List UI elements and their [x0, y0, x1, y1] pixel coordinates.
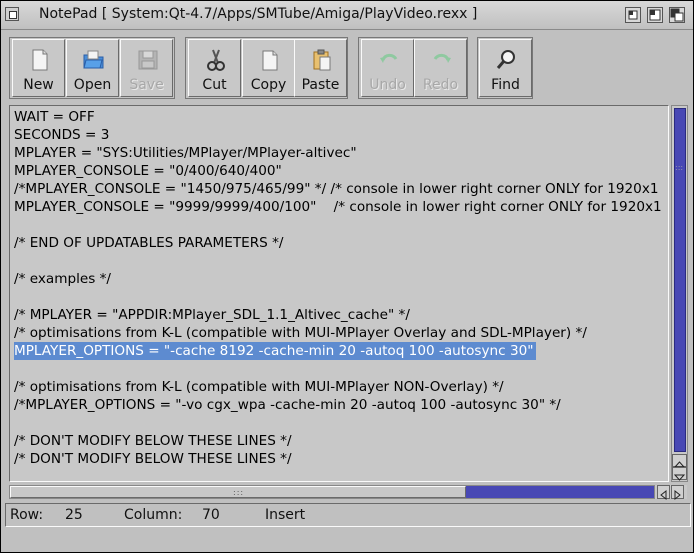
cut-label: Cut — [202, 77, 227, 93]
paste-clipboard-icon — [313, 49, 331, 71]
text-line[interactable]: /* optimisations from K-L (compatible wi… — [14, 324, 587, 342]
open-button[interactable]: Open — [66, 39, 119, 97]
text-line[interactable]: /* examples */ — [14, 270, 111, 288]
scissors-icon — [207, 49, 225, 71]
text-line[interactable]: /* DON'T MODIFY BELOW THESE LINES */ — [14, 432, 292, 450]
column-label: Column: — [124, 507, 183, 523]
text-line[interactable]: MPLAYER_CONSOLE = "0/400/640/400" — [14, 162, 282, 180]
scroll-down-icon[interactable] — [672, 467, 687, 481]
text-line[interactable]: MPLAYER_CONSOLE = "9999/9999/400/100" /*… — [14, 198, 662, 216]
copy-button[interactable]: Copy — [242, 39, 295, 97]
text-line[interactable]: /* MPLAYER = "APPDIR:MPlayer_SDL_1.1_Alt… — [14, 306, 410, 324]
new-file-icon — [32, 49, 48, 71]
magnifier-icon — [496, 50, 515, 69]
find-label: Find — [491, 77, 520, 93]
scroll-grip-icon: ::: — [675, 163, 684, 172]
text-line[interactable]: /* DON'T MODIFY BELOW THESE LINES */ — [14, 450, 292, 468]
text-editor[interactable]: WAIT = OFF SECONDS = 3 MPLAYER = "SYS:Util… — [9, 105, 669, 482]
scroll-right-icon[interactable] — [671, 485, 684, 501]
text-line[interactable]: MPLAYER = "SYS:Utilities/MPlayer/MPlayer… — [14, 144, 357, 162]
open-label: Open — [73, 77, 112, 93]
new-label: New — [23, 77, 54, 93]
redo-label: Redo — [422, 77, 459, 93]
text-line[interactable]: /* END OF UPDATABLES PARAMETERS */ — [14, 234, 284, 252]
horizontal-scroll-track[interactable]: ::: — [9, 485, 655, 499]
window-title: NotePad [ System:Qt-4.7/Apps/SMTube/Amig… — [39, 6, 478, 22]
toolbar-group-file: New Open Save — [9, 37, 175, 99]
status-bar: Row: 25 Column: 70 Insert — [5, 503, 691, 527]
new-button[interactable]: New — [12, 39, 65, 97]
undo-button[interactable]: Undo — [361, 39, 414, 97]
close-gadget-icon[interactable] — [5, 7, 19, 21]
notepad-window: NotePad [ System:Qt-4.7/Apps/SMTube/Amig… — [0, 0, 694, 553]
text-line[interactable]: /*MPLAYER_OPTIONS = "-vo cgx_wpa -cache-… — [14, 396, 561, 414]
iconify-gadget-icon[interactable] — [625, 7, 641, 23]
open-folder-icon — [83, 50, 104, 69]
zoom-gadget-icon[interactable] — [647, 7, 663, 23]
text-line[interactable]: WAIT = OFF — [14, 108, 95, 126]
copy-icon — [262, 50, 278, 71]
scroll-up-icon[interactable] — [672, 454, 687, 468]
horizontal-scrollbar[interactable]: ::: — [9, 485, 687, 501]
insert-mode-indicator: Insert — [265, 507, 306, 523]
find-button[interactable]: Find — [479, 39, 532, 97]
text-line[interactable]: /*MPLAYER_CONSOLE = "1450/975/465/99" */… — [14, 180, 659, 198]
save-label: Save — [129, 77, 164, 93]
paste-label: Paste — [301, 77, 340, 93]
paste-button[interactable]: Paste — [294, 39, 347, 97]
text-line[interactable]: SECONDS = 3 — [14, 126, 109, 144]
redo-arrow-icon — [433, 53, 451, 63]
toolbar-group-clipboard: Cut Copy Paste — [185, 37, 348, 99]
toolbar-group-search: Find — [477, 37, 533, 99]
redo-button[interactable]: Redo — [414, 39, 467, 97]
copy-label: Copy — [250, 77, 287, 93]
row-value: 25 — [65, 507, 83, 523]
cut-button[interactable]: Cut — [188, 39, 241, 97]
undo-arrow-icon — [380, 53, 398, 63]
vertical-scroll-thumb[interactable] — [674, 108, 686, 452]
save-button[interactable]: Save — [120, 39, 173, 97]
scroll-grip-icon: ::: — [233, 488, 245, 497]
column-value: 70 — [202, 507, 220, 523]
text-line[interactable]: /* optimisations from K-L (compatible wi… — [14, 378, 504, 396]
toolbar-group-history: Undo Redo — [358, 37, 468, 99]
row-label: Row: — [10, 507, 44, 523]
undo-label: Undo — [369, 77, 406, 93]
horizontal-scroll-thumb[interactable]: ::: — [10, 486, 466, 498]
selected-text-line[interactable]: MPLAYER_OPTIONS = "-cache 8192 -cache-mi… — [14, 342, 536, 360]
save-disk-icon — [138, 50, 158, 70]
scroll-left-icon[interactable] — [657, 485, 670, 501]
vertical-scrollbar[interactable]: ::: — [671, 105, 688, 482]
depth-gadget-icon[interactable] — [669, 7, 685, 23]
title-bar[interactable]: NotePad [ System:Qt-4.7/Apps/SMTube/Amig… — [1, 1, 693, 30]
